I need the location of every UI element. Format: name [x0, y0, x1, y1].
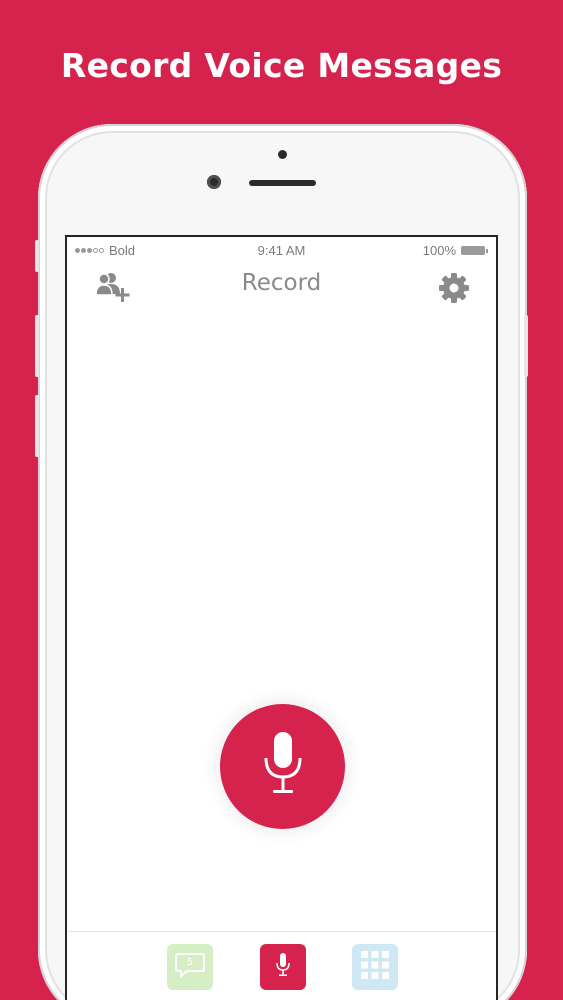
tab-apps[interactable]	[352, 944, 398, 990]
microphone-icon	[262, 731, 304, 802]
phone-front-lens	[207, 175, 221, 189]
battery-indicator: 100%	[423, 243, 488, 258]
message-badge-label: 5	[187, 957, 193, 968]
microphone-icon	[275, 952, 291, 983]
phone-speaker	[249, 180, 316, 186]
status-bar: Bold 9:41 AM 100%	[67, 243, 496, 259]
tab-record[interactable]	[260, 944, 306, 990]
record-button[interactable]	[220, 704, 345, 829]
battery-percent: 100%	[422, 243, 456, 258]
promo-headline: Record Voice Messages	[60, 46, 503, 85]
phone-side-button	[35, 240, 39, 272]
battery-icon	[461, 246, 485, 255]
grid-icon	[360, 950, 390, 985]
app-screen: Bold 9:41 AM 100% Record 5	[65, 235, 498, 1000]
tab-messages[interactable]: 5	[167, 944, 213, 990]
screen-title: Record	[241, 270, 322, 296]
phone-side-button	[35, 395, 39, 457]
phone-side-button	[35, 315, 39, 377]
gear-icon[interactable]	[438, 272, 470, 304]
phone-camera	[278, 150, 287, 159]
phone-side-button	[524, 315, 528, 377]
tab-bar: 5	[67, 931, 496, 1000]
